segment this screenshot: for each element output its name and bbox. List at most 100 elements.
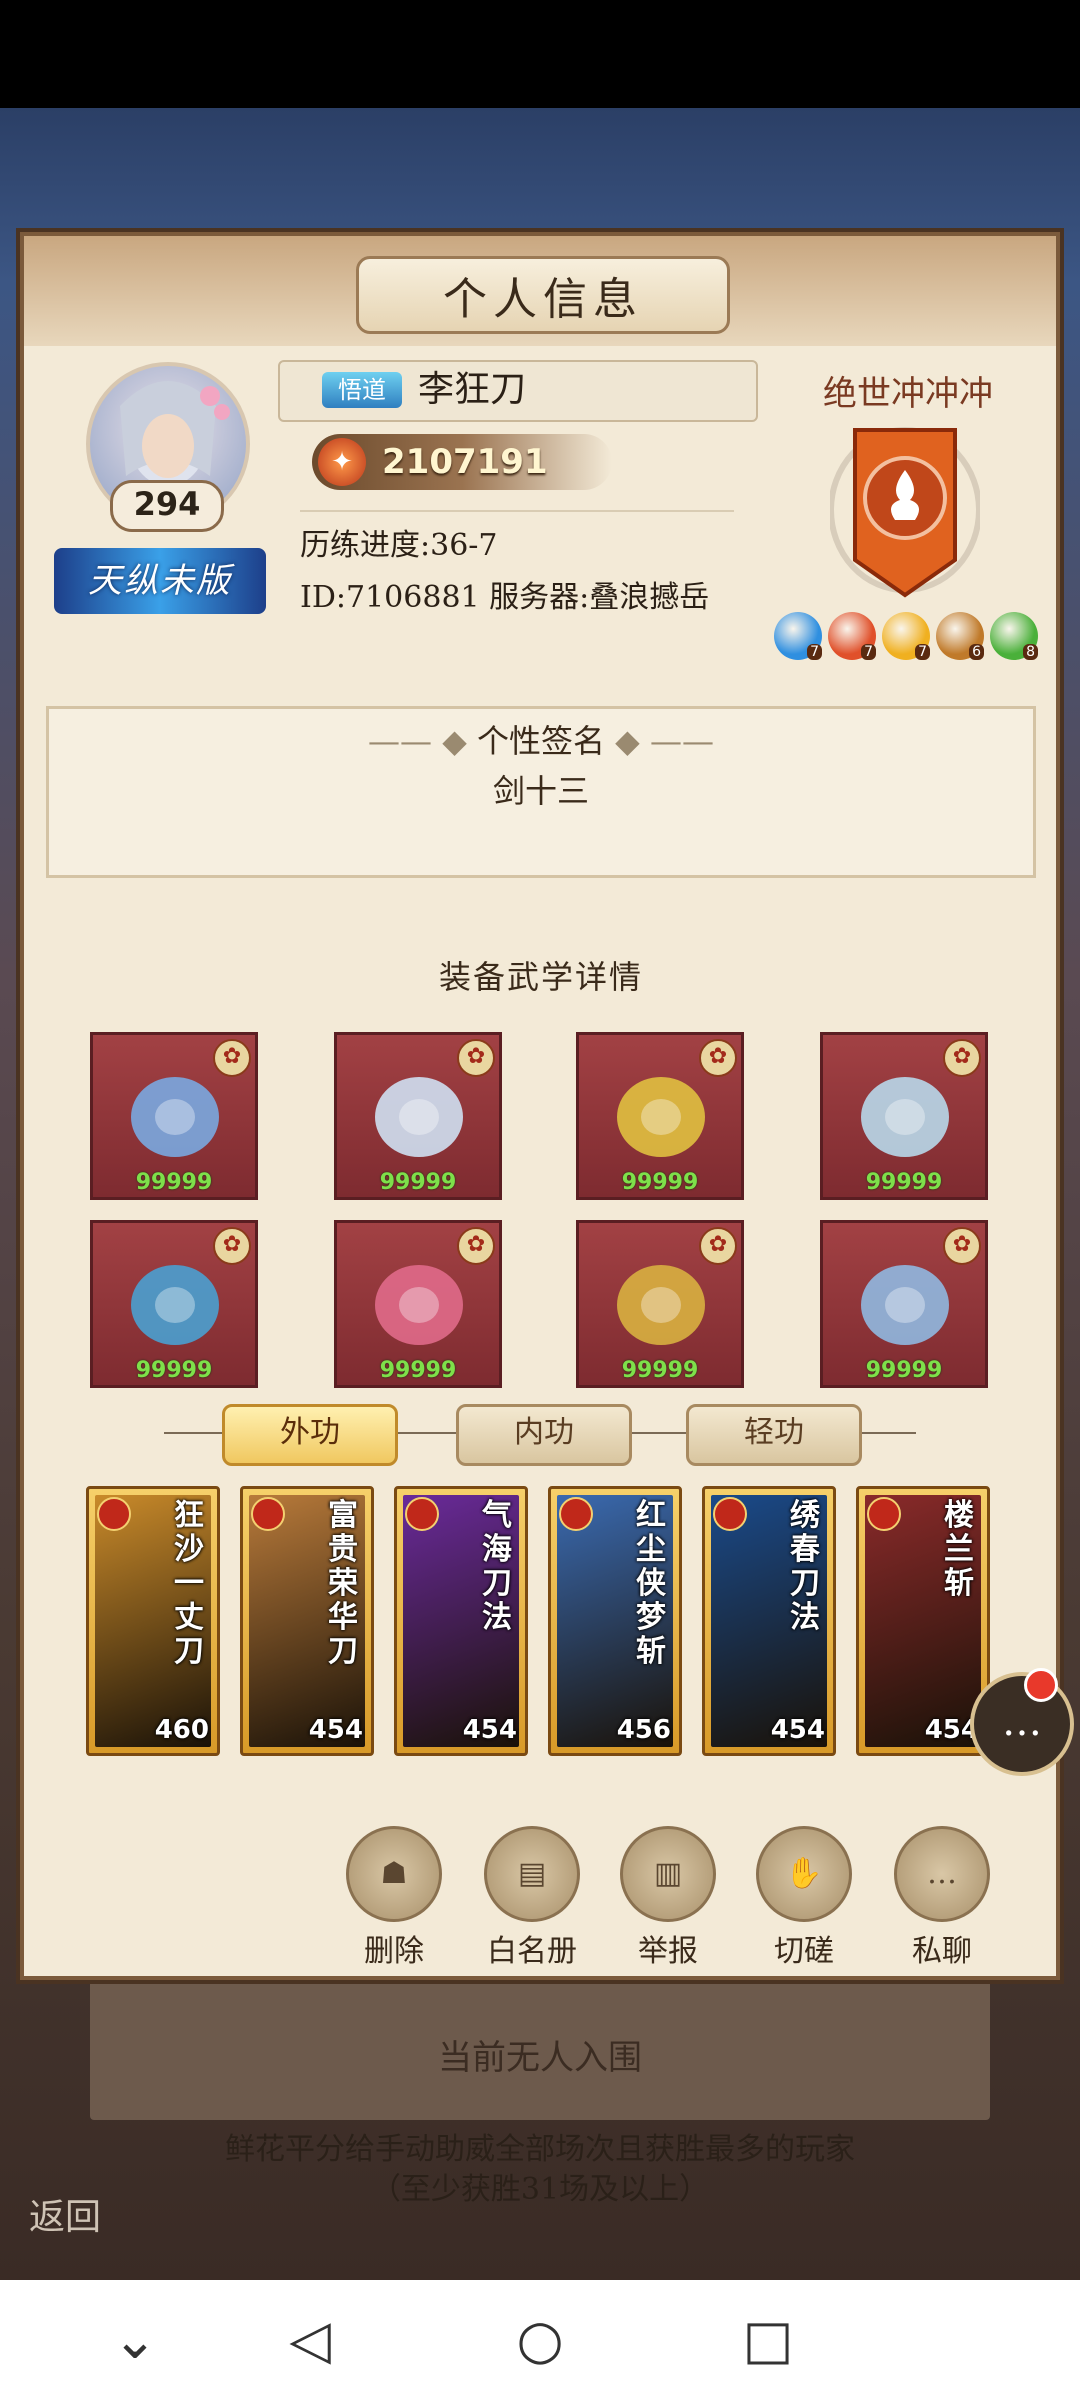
star-rank-icon: ✿ <box>457 1227 495 1265</box>
action-button-0[interactable]: ☗ 删除 <box>334 1826 454 1970</box>
gem-icon[interactable]: 8 <box>990 612 1038 660</box>
star-rank-icon: ✿ <box>943 1039 981 1077</box>
underlying-status-text: 当前无人入围 <box>438 2038 642 2078</box>
chat-bubble-icon[interactable]: … <box>970 1672 1074 1776</box>
tab-label: 轻功 <box>744 1415 804 1450</box>
flame-emblem-icon[interactable] <box>828 420 982 600</box>
gem-icon[interactable]: 6 <box>936 612 984 660</box>
action-button-3[interactable]: ✋ 切磋 <box>744 1826 864 1970</box>
action-button-2[interactable]: ▥ 举报 <box>608 1826 728 1970</box>
tab-internal-skill[interactable]: 内功 <box>456 1404 632 1466</box>
flower-rule-note: 鲜花平分给手动助威全部场次且获胜最多的玩家（至少获胜31场及以上） <box>225 2132 855 2207</box>
guild-name: 绝世冲冲冲 <box>823 374 993 414</box>
signature-title: —— ◆ 个性签名 ◆ —— <box>368 722 714 760</box>
equipment-slot-belt[interactable]: ✿ 99999 <box>576 1032 744 1200</box>
skill-name: 富贵荣华刀 <box>328 1498 358 1669</box>
tab-lightness-skill[interactable]: 轻功 <box>686 1404 862 1466</box>
skill-name: 红尘侠梦斩 <box>636 1498 666 1669</box>
gem-level: 8 <box>1023 644 1038 660</box>
equipment-title: 装备武学详情 <box>438 958 643 996</box>
sword-icon <box>117 1059 233 1175</box>
skill-name: 楼兰斩 <box>944 1498 974 1601</box>
skill-level: 456 <box>616 1715 671 1745</box>
divider <box>300 510 734 512</box>
equipment-slot-bracelet[interactable]: ✿ 99999 <box>576 1220 744 1388</box>
report-book-icon: ▥ <box>620 1826 716 1922</box>
necklace-icon <box>117 1247 233 1363</box>
sect-emblem-icon <box>251 1497 285 1531</box>
star-rank-icon: ✿ <box>213 1227 251 1265</box>
belt-icon <box>603 1059 719 1175</box>
skill-name: 狂沙一丈刀 <box>174 1498 204 1669</box>
equipment-slot-pendant[interactable]: ✿ 99999 <box>334 1220 502 1388</box>
gem-row: 7 7 7 6 8 <box>774 612 1038 668</box>
sect-emblem-icon <box>713 1497 747 1531</box>
star-rank-icon: ✿ <box>699 1039 737 1077</box>
skill-level: 454 <box>770 1715 825 1745</box>
signature-title-text: 个性签名 <box>476 722 605 760</box>
equipment-value: 99999 <box>865 1170 943 1195</box>
equipment-slot-boots[interactable]: ✿ 99999 <box>820 1032 988 1200</box>
rank-tag: 悟道 <box>322 372 402 408</box>
back-triangle-icon[interactable]: ◁ <box>270 2300 350 2380</box>
recents-square-icon[interactable]: □ <box>728 2300 808 2380</box>
sect-emblem-icon <box>405 1497 439 1531</box>
robe-icon <box>361 1059 477 1175</box>
gem-level: 7 <box>915 644 930 660</box>
tab-label: 内功 <box>514 1415 574 1450</box>
action-button-4[interactable]: … 私聊 <box>882 1826 1002 1970</box>
ring-icon <box>847 1247 963 1363</box>
sect-emblem-icon <box>559 1497 593 1531</box>
equipment-slot-necklace[interactable]: ✿ 99999 <box>90 1220 258 1388</box>
skill-card[interactable]: 绣春刀法 454 <box>702 1486 836 1756</box>
skill-card[interactable]: 富贵荣华刀 454 <box>240 1486 374 1756</box>
action-label: 私聊 <box>912 1934 972 1969</box>
down-chevron-icon[interactable]: ⌄ <box>95 2300 175 2380</box>
action-button-1[interactable]: ▤ 白名册 <box>472 1826 592 1970</box>
equipment-slot-robe[interactable]: ✿ 99999 <box>334 1032 502 1200</box>
gem-level: 7 <box>861 644 876 660</box>
power-icon: ✦ <box>318 438 366 486</box>
chat-bubbles-icon: … <box>894 1826 990 1922</box>
star-rank-icon: ✿ <box>699 1227 737 1265</box>
sect-emblem-icon <box>867 1497 901 1531</box>
back-button[interactable]: 返回 <box>10 2130 120 2240</box>
equipment-value: 99999 <box>135 1358 213 1383</box>
id-server-text: ID:7106881 服务器:叠浪撼岳 <box>300 580 710 615</box>
bracelet-icon <box>603 1247 719 1363</box>
skill-card[interactable]: 红尘侠梦斩 456 <box>548 1486 682 1756</box>
power-value: 2107191 <box>382 442 548 482</box>
tab-external-skill[interactable]: 外功 <box>222 1404 398 1466</box>
skill-level: 454 <box>462 1715 517 1745</box>
delete-user-icon: ☗ <box>346 1826 442 1922</box>
equipment-value: 99999 <box>865 1358 943 1383</box>
action-label: 删除 <box>364 1934 424 1969</box>
signature-text: 剑十三 <box>492 772 589 810</box>
player-name: 李狂刀 <box>418 369 527 410</box>
gem-icon[interactable]: 7 <box>882 612 930 660</box>
equipment-value: 99999 <box>621 1358 699 1383</box>
gem-icon[interactable]: 7 <box>774 612 822 660</box>
spar-icon: ✋ <box>756 1826 852 1922</box>
pendant-icon <box>361 1247 477 1363</box>
progress-text: 历练进度:36-7 <box>300 528 498 563</box>
gem-level: 6 <box>969 644 984 660</box>
action-label: 举报 <box>638 1934 698 1969</box>
back-button-label: 返回 <box>28 2197 101 2238</box>
skill-name: 绣春刀法 <box>790 1498 820 1635</box>
star-rank-icon: ✿ <box>213 1039 251 1077</box>
gem-icon[interactable]: 7 <box>828 612 876 660</box>
equipment-slot-ring[interactable]: ✿ 99999 <box>820 1220 988 1388</box>
equipment-value: 99999 <box>379 1170 457 1195</box>
home-circle-icon[interactable]: ○ <box>500 2300 580 2380</box>
equipment-slot-sword[interactable]: ✿ 99999 <box>90 1032 258 1200</box>
skill-card[interactable]: 气海刀法 454 <box>394 1486 528 1756</box>
vip-logo: 天纵未版 <box>54 548 266 614</box>
action-label: 切磋 <box>774 1934 834 1969</box>
skill-card[interactable]: 狂沙一丈刀 460 <box>86 1486 220 1756</box>
dialog-title: 个人信息 <box>356 256 730 334</box>
star-rank-icon: ✿ <box>457 1039 495 1077</box>
skill-level: 460 <box>154 1715 209 1745</box>
equipment-value: 99999 <box>379 1358 457 1383</box>
skill-name: 气海刀法 <box>482 1498 512 1635</box>
